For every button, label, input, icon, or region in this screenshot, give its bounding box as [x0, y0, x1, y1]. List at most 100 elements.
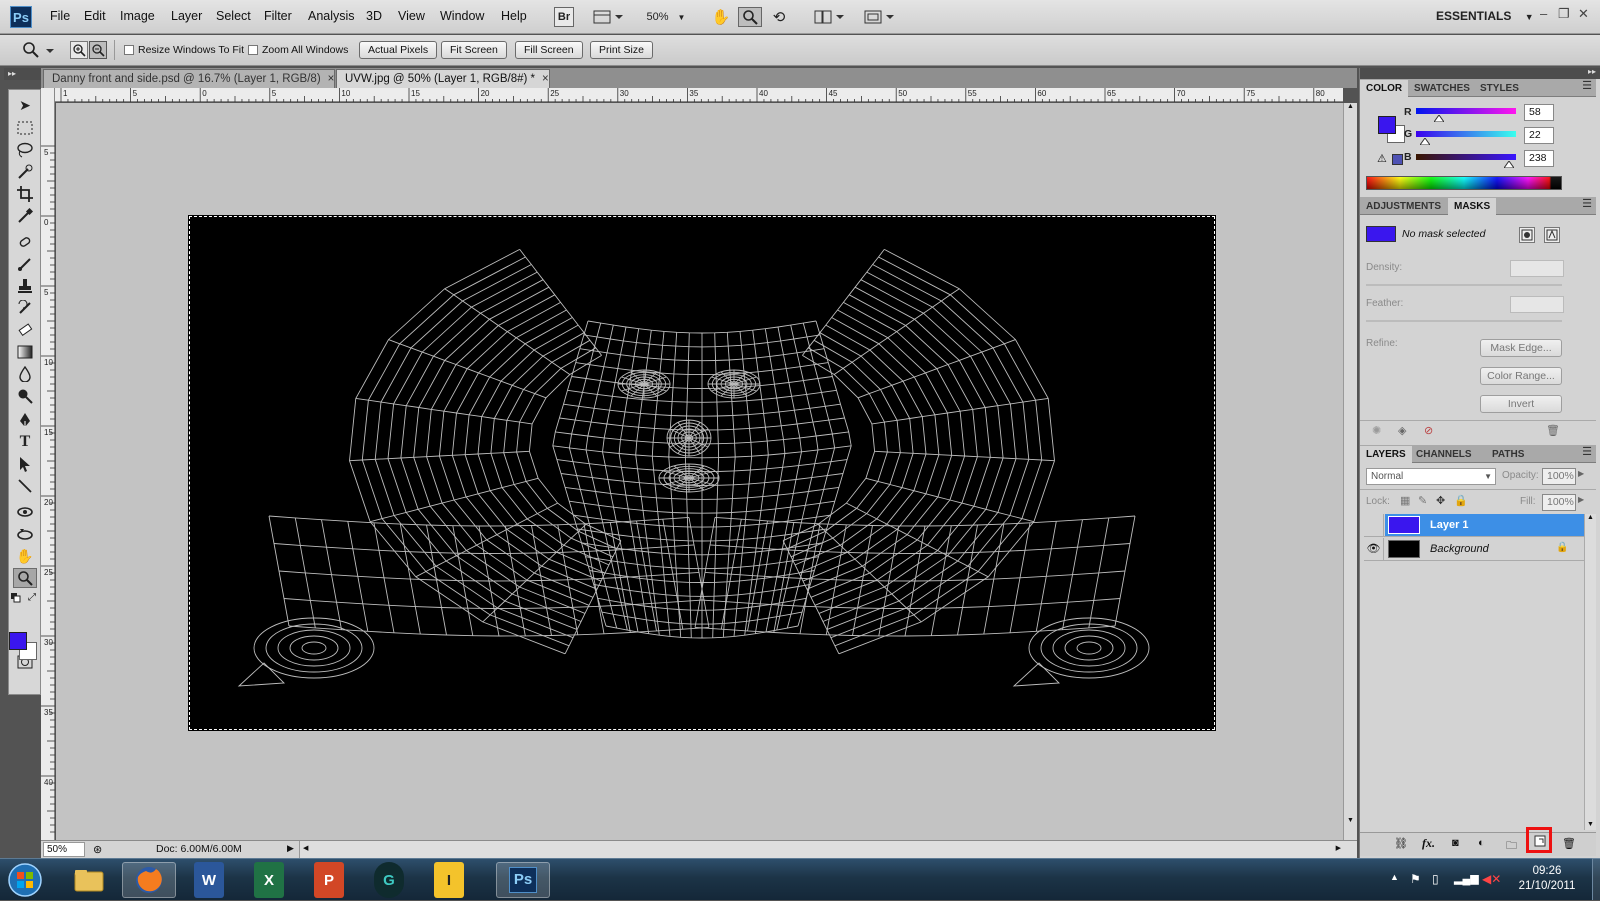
- layer-name[interactable]: Layer 1: [1430, 519, 1469, 531]
- layer-style-fx-icon[interactable]: fx.: [1422, 836, 1435, 851]
- move-tool-icon[interactable]: ➤: [13, 95, 37, 115]
- link-layers-icon[interactable]: ⛓: [1394, 837, 1408, 850]
- color-range-button[interactable]: Color Range...: [1480, 367, 1562, 385]
- taskbar-clock[interactable]: 09:26 21/10/2011: [1502, 864, 1592, 894]
- tab-adjustments[interactable]: ADJUSTMENTS: [1360, 198, 1447, 215]
- close-icon[interactable]: ✕: [1578, 6, 1589, 22]
- network-signal-icon[interactable]: ▂▄▆: [1454, 872, 1479, 885]
- tab-styles[interactable]: STYLES: [1474, 80, 1525, 97]
- show-desktop-button[interactable]: [1592, 858, 1600, 900]
- panel-menu-icon[interactable]: ☰: [1582, 445, 1592, 458]
- eyedropper-tool-icon[interactable]: [13, 206, 37, 226]
- layer-name[interactable]: Background: [1430, 543, 1489, 555]
- disable-mask-icon[interactable]: ⊘: [1424, 424, 1433, 437]
- mask-edge-button[interactable]: Mask Edge...: [1480, 339, 1562, 357]
- color-panel-foreground-swatch[interactable]: [1378, 116, 1396, 134]
- clone-stamp-tool-icon[interactable]: [13, 276, 37, 296]
- foreground-color-swatch[interactable]: [9, 632, 27, 650]
- status-menu-icon[interactable]: ⊛: [93, 843, 102, 856]
- blend-mode-dropdown[interactable]: Normal ▼: [1366, 468, 1496, 485]
- brush-tool-icon[interactable]: [13, 254, 37, 274]
- layer-row-layer-1[interactable]: Layer 1: [1364, 514, 1584, 537]
- menu-image[interactable]: Image: [120, 9, 155, 23]
- tab-close-icon[interactable]: ×: [328, 73, 335, 85]
- lock-transparent-icon[interactable]: ▦: [1400, 494, 1410, 507]
- red-value-input[interactable]: 58: [1524, 104, 1554, 121]
- add-vector-mask-icon[interactable]: [1544, 227, 1560, 243]
- gamut-warning-icon[interactable]: ⚠: [1377, 152, 1387, 165]
- blue-slider-thumb-icon[interactable]: [1504, 161, 1515, 168]
- add-layer-mask-icon[interactable]: ◙: [1452, 837, 1459, 849]
- menu-filter[interactable]: Filter: [264, 9, 292, 23]
- web-safe-color-swatch[interactable]: [1392, 154, 1403, 165]
- tab-close-icon[interactable]: ×: [542, 73, 549, 85]
- 3d-orbit-tool-icon[interactable]: [13, 524, 37, 544]
- green-value-input[interactable]: 22: [1524, 127, 1554, 144]
- quick-selection-tool-icon[interactable]: [13, 162, 37, 182]
- adjustment-layer-icon[interactable]: ◐: [1478, 837, 1485, 849]
- status-arrow-icon[interactable]: ▶: [287, 843, 294, 854]
- crop-tool-icon[interactable]: [13, 184, 37, 204]
- marquee-tool-icon[interactable]: [13, 118, 37, 138]
- layer-row-background[interactable]: 👁 Background 🔒: [1364, 538, 1584, 561]
- start-button-icon[interactable]: [6, 862, 46, 898]
- tab-swatches[interactable]: SWATCHES: [1408, 80, 1476, 97]
- arrange-documents-icon[interactable]: [812, 7, 846, 27]
- menu-3d[interactable]: 3D: [366, 9, 382, 23]
- new-group-folder-icon[interactable]: 🗀: [1506, 837, 1517, 856]
- menu-view[interactable]: View: [398, 9, 425, 23]
- tab-uvw-jpg[interactable]: UVW.jpg @ 50% (Layer 1, RGB/8#) * ×: [336, 69, 550, 88]
- swap-colors-icon[interactable]: ⤢: [28, 592, 36, 603]
- rotate-view-icon[interactable]: ⟲: [768, 7, 790, 27]
- workspace-switcher[interactable]: ESSENTIALS ▼: [1436, 9, 1534, 23]
- green-slider[interactable]: [1416, 131, 1516, 145]
- zoom-out-icon[interactable]: [89, 41, 107, 59]
- tab-danny-front-and-side[interactable]: Danny front and side.psd @ 16.7% (Layer …: [43, 69, 335, 88]
- scroll-up-icon[interactable]: ▲: [1587, 514, 1594, 521]
- apply-mask-icon[interactable]: ◈: [1398, 424, 1406, 437]
- scroll-left-icon[interactable]: ◀: [303, 844, 308, 852]
- hand-tool-icon[interactable]: ✋: [710, 7, 732, 27]
- volume-muted-icon[interactable]: ◀✕: [1482, 872, 1501, 886]
- delete-mask-icon[interactable]: 🗑: [1546, 424, 1560, 437]
- blur-tool-icon[interactable]: [13, 364, 37, 384]
- menu-file[interactable]: File: [50, 9, 70, 23]
- action-center-flag-icon[interactable]: ⚑: [1410, 872, 1421, 886]
- opacity-arrow-icon[interactable]: ▶: [1578, 469, 1584, 478]
- blue-value-input[interactable]: 238: [1524, 150, 1554, 167]
- tray-expand-icon[interactable]: ▲: [1390, 872, 1399, 882]
- hand-tool-icon[interactable]: ✋: [13, 546, 37, 566]
- scroll-down-icon[interactable]: ▼: [1347, 817, 1354, 824]
- taskbar-app-g-icon[interactable]: G: [374, 862, 404, 898]
- menu-analysis[interactable]: Analysis: [308, 9, 355, 23]
- tab-channels[interactable]: CHANNELS: [1410, 446, 1478, 463]
- minimize-icon[interactable]: –: [1540, 6, 1547, 21]
- layers-scrollbar[interactable]: ▲ ▼: [1584, 514, 1596, 830]
- scroll-down-icon[interactable]: ▼: [1587, 821, 1594, 828]
- vertical-scrollbar[interactable]: ▲ ▼: [1343, 103, 1357, 840]
- zoom-tool-preset-icon[interactable]: [22, 41, 54, 62]
- tab-layers[interactable]: LAYERS: [1360, 446, 1412, 463]
- zoom-level-dropdown[interactable]: 50% ▼: [642, 7, 690, 27]
- lock-all-icon[interactable]: 🔒: [1454, 494, 1468, 507]
- fill-arrow-icon[interactable]: ▶: [1578, 495, 1584, 504]
- collapse-dock-icon[interactable]: ▸▸: [1588, 67, 1596, 76]
- path-selection-tool-icon[interactable]: [13, 454, 37, 474]
- tools-panel-header[interactable]: ▸▸: [4, 68, 44, 80]
- restore-icon[interactable]: ❐: [1558, 6, 1570, 22]
- blue-slider[interactable]: [1416, 154, 1516, 168]
- resize-windows-checkbox[interactable]: Resize Windows To Fit: [124, 44, 244, 56]
- taskbar-excel-icon[interactable]: X: [254, 862, 284, 898]
- scroll-up-icon[interactable]: ▲: [1347, 103, 1354, 110]
- zoom-tool-icon[interactable]: [13, 568, 37, 588]
- fill-input[interactable]: 100%: [1542, 494, 1576, 511]
- power-icon[interactable]: ▯: [1432, 872, 1439, 886]
- layer-visibility-toggle[interactable]: [1364, 514, 1384, 536]
- taskbar-illustrator-pro-icon[interactable]: I: [434, 862, 464, 898]
- screen-mode-icon[interactable]: [862, 7, 896, 27]
- eraser-tool-icon[interactable]: [13, 320, 37, 340]
- add-pixel-mask-icon[interactable]: [1519, 227, 1535, 243]
- panel-menu-icon[interactable]: ☰: [1582, 79, 1592, 92]
- menu-edit[interactable]: Edit: [84, 9, 106, 23]
- horizontal-scrollbar[interactable]: ◀ ▶: [299, 841, 1357, 858]
